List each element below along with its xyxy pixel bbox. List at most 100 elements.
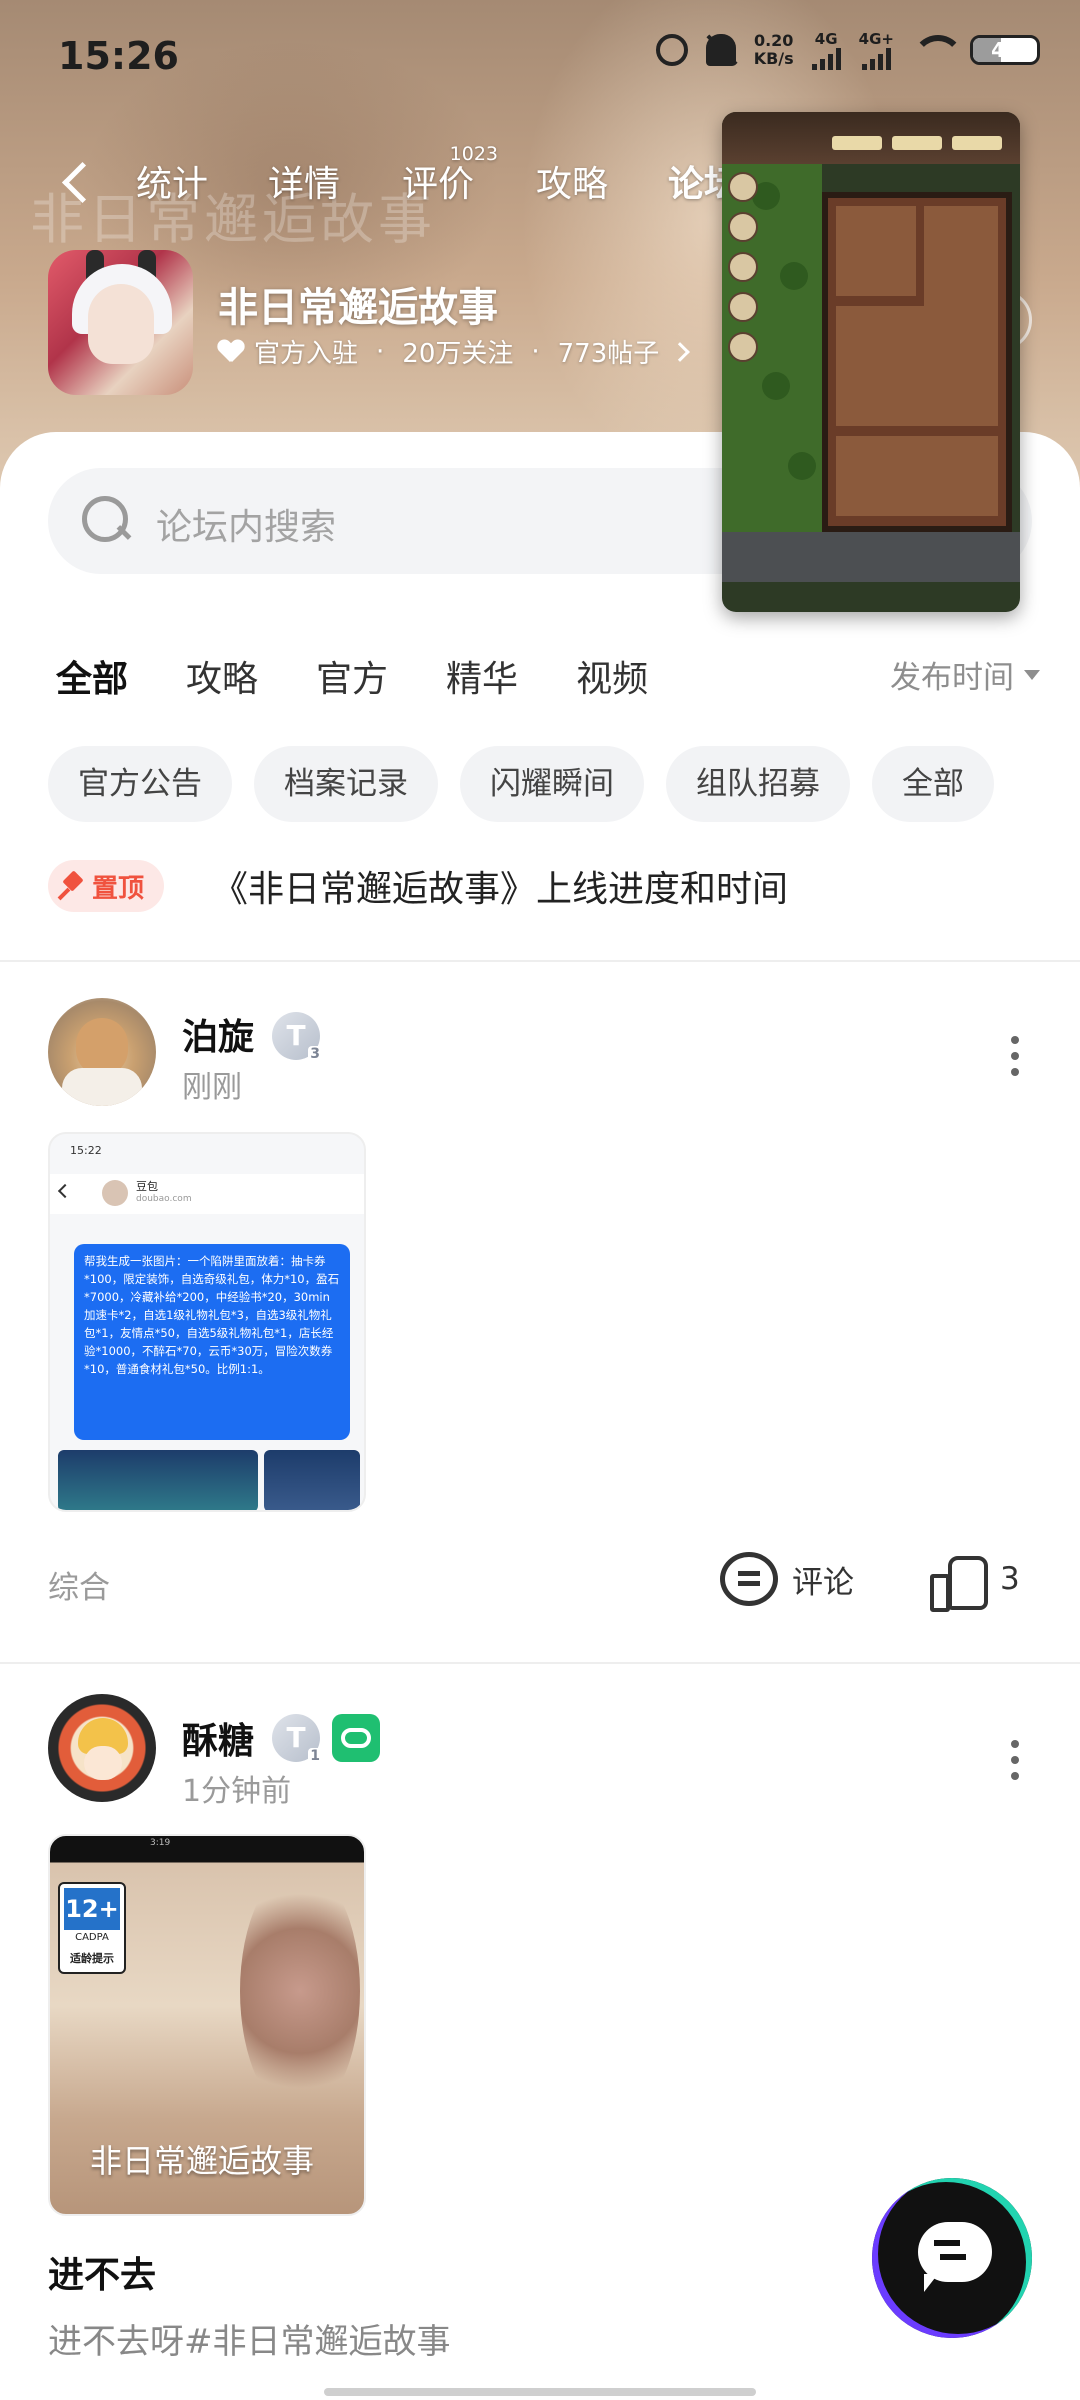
category-tab-official[interactable]: 官方 xyxy=(316,650,388,702)
post-title[interactable]: 进不去 xyxy=(48,2246,156,2298)
level-letter: T xyxy=(286,1019,306,1052)
blossom-tree xyxy=(240,1866,360,2116)
tab-guides[interactable]: 攻略 xyxy=(536,155,608,207)
tab-stats-label: 统计 xyxy=(136,164,209,205)
post-username[interactable]: 酥糖 xyxy=(182,1712,254,1764)
game-side-button xyxy=(728,212,758,242)
screenshot-contact-domain: doubao.com xyxy=(136,1194,192,1204)
chevron-right-icon[interactable] xyxy=(670,341,691,362)
official-heart-icon xyxy=(218,340,244,364)
tab-reviews[interactable]: 评价 1023 xyxy=(402,143,498,207)
screenshot-chat-header: 豆包 doubao.com xyxy=(50,1174,364,1214)
floating-game-window[interactable] xyxy=(722,112,1020,612)
screenshot-time: 15:22 xyxy=(70,1144,102,1157)
tab-reviews-label: 评价 xyxy=(402,164,475,205)
official-label: 官方入驻 xyxy=(254,339,359,369)
more-options-icon[interactable] xyxy=(1010,1740,1020,1784)
section-divider xyxy=(0,960,1080,962)
thumbs-up-icon xyxy=(930,1552,988,1612)
age-rating-value: 12+ xyxy=(64,1888,120,1930)
post-username[interactable]: 泊旋 xyxy=(182,1008,254,1060)
sort-label: 发布时间 xyxy=(890,660,1014,696)
game-road xyxy=(722,532,1020,582)
tab-guides-label: 攻略 xyxy=(536,164,609,205)
search-icon xyxy=(82,496,132,546)
game-tree xyxy=(780,262,808,290)
age-rating-org: CADPA xyxy=(75,1932,109,1943)
comment-button[interactable]: 评论 xyxy=(720,1552,854,1606)
meta-separator: · xyxy=(531,336,540,367)
like-count: 3 xyxy=(1000,1561,1020,1597)
game-side-button xyxy=(728,292,758,322)
category-tabs: 全部 攻略 官方 精华 视频 xyxy=(56,650,648,708)
level-badge: T3 xyxy=(272,1012,322,1062)
game-side-button xyxy=(728,252,758,282)
status-time: 15:26 xyxy=(58,34,179,78)
section-divider xyxy=(0,1662,1080,1664)
screenshot-time: 3:19 xyxy=(150,1838,171,1848)
more-options-icon[interactable] xyxy=(1010,1036,1020,1080)
back-chevron-icon[interactable] xyxy=(58,160,98,208)
category-tab-guides[interactable]: 攻略 xyxy=(186,650,258,702)
meta-separator: · xyxy=(376,336,385,367)
battery-icon: 44 xyxy=(970,35,1040,65)
level-badge: T1 xyxy=(272,1714,322,1764)
avatar-face xyxy=(84,1746,122,1780)
network-speed: 0.20 KB/s xyxy=(754,32,794,68)
post-topic[interactable]: 综合 xyxy=(48,1562,110,1607)
tab-details-label: 详情 xyxy=(268,164,341,205)
avatar[interactable] xyxy=(48,1694,156,1802)
pin-icon xyxy=(60,873,86,899)
avatar[interactable] xyxy=(48,998,156,1106)
level-number: 1 xyxy=(308,1748,322,1764)
age-rating-badge: 12+ CADPA 适龄提示 xyxy=(58,1882,126,1974)
chip-moments[interactable]: 闪耀瞬间 xyxy=(460,746,644,822)
tab-details[interactable]: 详情 xyxy=(268,155,340,207)
wifi-icon xyxy=(912,35,964,65)
chip-all[interactable]: 全部 xyxy=(872,746,994,822)
chat-bubble-icon xyxy=(918,2222,992,2282)
screenshot-contact-name: 豆包 xyxy=(136,1180,158,1193)
posts-count[interactable]: 773帖子 xyxy=(558,333,660,370)
game-side-button xyxy=(728,332,758,362)
screenshot-avatar xyxy=(102,1180,128,1206)
signal-4g-plus-icon: 4G+ xyxy=(859,30,894,70)
screenshot-generated-image xyxy=(58,1450,258,1510)
age-rating-tip: 适龄提示 xyxy=(70,1952,114,1965)
tab-stats[interactable]: 统计 xyxy=(136,155,208,207)
post-body[interactable]: 进不去呀#非日常邂逅故事 xyxy=(48,2314,451,2363)
search-placeholder: 论坛内搜索 xyxy=(156,507,337,548)
game-resource-chip xyxy=(892,136,942,150)
chip-announcements[interactable]: 官方公告 xyxy=(48,746,232,822)
like-button[interactable]: 3 xyxy=(930,1552,1020,1612)
followers-count[interactable]: 20万关注 xyxy=(402,333,513,370)
screenshot-message-bubble: 帮我生成一张图片：一个陷阱里面放着：抽卡券*100，限定装饰，自选奇级礼包，体力… xyxy=(74,1244,350,1440)
chip-records[interactable]: 档案记录 xyxy=(254,746,438,822)
home-indicator[interactable] xyxy=(324,2388,756,2396)
post-image[interactable]: 15:22 豆包 doubao.com 帮我生成一张图片：一个陷阱里面放着：抽卡… xyxy=(48,1132,366,1512)
category-tab-all[interactable]: 全部 xyxy=(56,650,128,708)
pinned-post[interactable]: 置顶 《非日常邂逅故事》上线进度和时间 xyxy=(48,860,788,912)
game-room xyxy=(836,436,998,516)
network-speed-unit: KB/s xyxy=(753,49,794,68)
mute-bell-icon xyxy=(705,34,736,66)
post-image[interactable]: 3:19 12+ CADPA 适龄提示 非日常邂逅故事 xyxy=(48,1834,366,2216)
battery-level: 44 xyxy=(991,38,1019,62)
comment-label: 评论 xyxy=(792,1564,854,1601)
screenshot-back-icon xyxy=(57,1183,73,1199)
signal-4g-icon: 4G xyxy=(811,30,841,70)
icon-face xyxy=(88,284,154,364)
sort-dropdown[interactable]: 发布时间 xyxy=(890,652,1040,697)
chip-team-recruit[interactable]: 组队招募 xyxy=(666,746,850,822)
category-tab-video[interactable]: 视频 xyxy=(576,650,648,702)
game-top-bar xyxy=(722,112,1020,164)
pinned-badge: 置顶 xyxy=(48,860,165,912)
game-tree xyxy=(762,372,790,400)
game-resource-chip xyxy=(832,136,882,150)
game-tree xyxy=(788,452,816,480)
floating-chat-button[interactable] xyxy=(872,2178,1032,2338)
post-time: 刚刚 xyxy=(182,1070,242,1105)
game-app-icon[interactable] xyxy=(48,250,193,395)
game-side-button xyxy=(728,172,758,202)
category-tab-featured[interactable]: 精华 xyxy=(446,650,518,702)
